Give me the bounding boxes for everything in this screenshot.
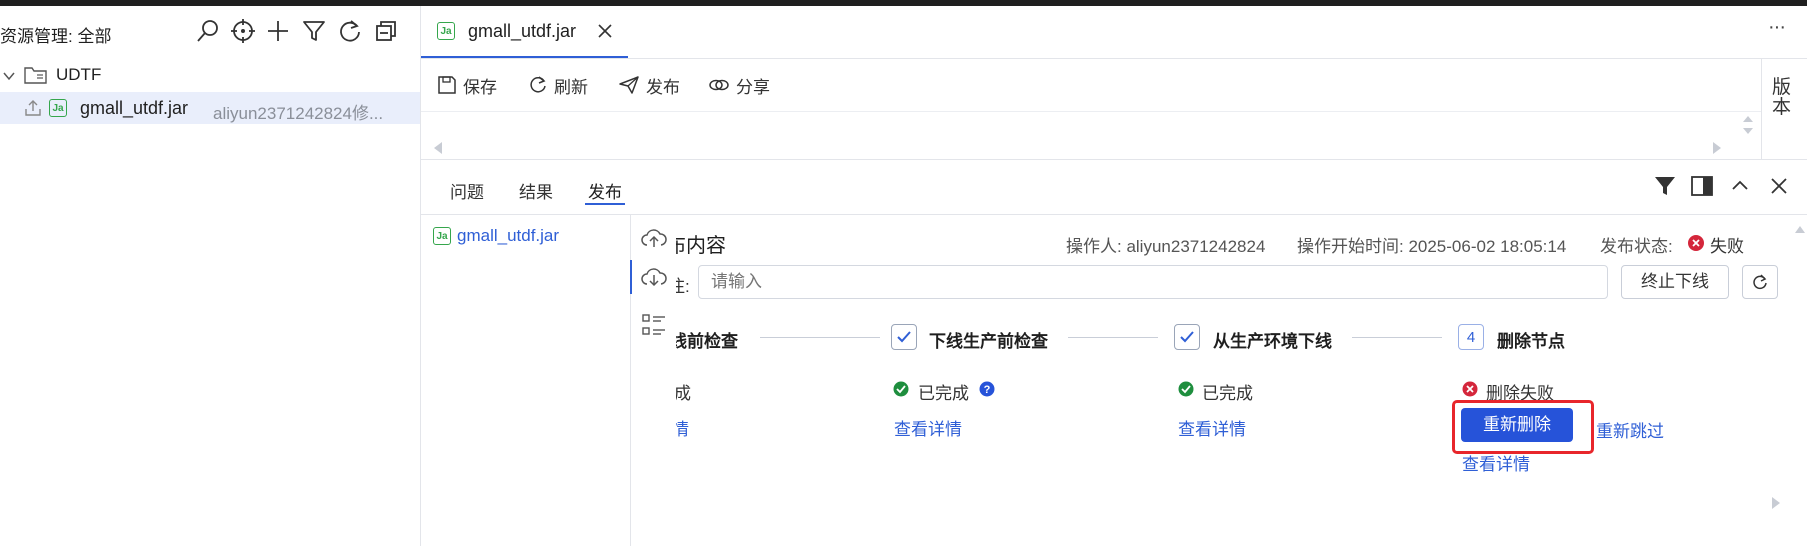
tab-publish[interactable]: 发布 [588,178,622,203]
step-1-detail-link[interactable]: 情 [676,415,689,440]
remark-prefix: 注: [676,277,690,296]
step-2-status: 已完成 [918,384,969,403]
refresh-icon [1752,274,1768,290]
sidebar-title: 资源管理: 全部 [0,27,112,46]
folder-icon [24,65,48,85]
save-icon [437,75,457,95]
active-rail-indicator [630,260,632,294]
chevron-down-icon[interactable] [2,69,16,83]
jar-file-icon: Ja [433,227,451,245]
stop-offline-button[interactable]: 终止下线 [1621,265,1729,299]
refresh-icon[interactable] [337,18,363,44]
success-icon [893,381,909,397]
publish-content: 布内容 操作人: aliyun2371242824 操作开始时间: 2025-0… [676,214,1807,546]
publish-file-label: gmall_utdf.jar [457,226,560,245]
refresh-icon [528,75,548,95]
cloud-download-icon[interactable] [641,266,667,288]
step-4-number: 4 [1458,324,1484,350]
share-label: 分享 [736,77,770,97]
collapse-all-icon[interactable] [373,18,399,44]
start-time-info: 操作开始时间: 2025-06-02 18:05:14 [1297,237,1567,256]
chevron-up-icon[interactable] [1728,174,1752,198]
error-icon [1687,234,1705,252]
scroll-updown-icon[interactable] [1742,114,1754,136]
publish-heading: 布内容 [676,235,726,257]
send-icon [618,75,640,95]
save-button[interactable]: 保存 [437,73,497,97]
step-3-check [1174,324,1200,350]
file-meta: aliyun2371242824修... [213,104,384,123]
close-icon[interactable] [597,23,613,39]
refresh-label: 刷新 [554,77,588,97]
publish-status-value: 失败 [1710,237,1744,256]
tab-problems[interactable]: 问题 [450,178,484,203]
active-tab-indicator [585,203,625,205]
success-icon [1178,381,1194,397]
locate-icon[interactable] [230,18,256,44]
refresh-button[interactable]: 刷新 [528,73,588,97]
step-2-check [891,324,917,350]
scroll-right-icon[interactable] [1770,496,1782,510]
reload-button[interactable] [1742,265,1778,299]
step-2-detail-link[interactable]: 查看详情 [894,415,962,440]
folder-label: UDTF [56,65,102,84]
publish-side-rail [630,214,676,546]
filter-icon[interactable] [1653,174,1677,198]
publish-label: 发布 [646,77,680,97]
jar-file-icon: Ja [437,22,455,40]
step-connector [1068,337,1158,338]
bottom-panel-header [421,159,1807,215]
scroll-left-icon[interactable] [432,141,444,155]
step-connector [1352,337,1442,338]
list-icon[interactable] [642,314,666,336]
step-2-title: 下线生产前检查 [929,332,1048,351]
version-label[interactable]: 版本 [1772,78,1792,118]
link-icon [708,75,730,95]
editor-tab-bar [421,6,1807,59]
jar-file-icon: Ja [49,99,67,117]
retry-delete-button[interactable]: 重新删除 [1461,408,1573,442]
remark-input[interactable] [698,265,1608,299]
step-3-title: 从生产环境下线 [1213,332,1332,351]
step-1-title: 线前检查 [676,332,738,351]
upload-icon [24,99,42,117]
operator-info: 操作人: aliyun2371242824 [1066,237,1266,256]
split-view-icon[interactable] [1690,174,1714,198]
publish-file-item[interactable]: Ja gmall_utdf.jar [433,226,559,246]
add-icon[interactable] [265,18,291,44]
step-4-title: 删除节点 [1497,332,1565,351]
scroll-up-icon[interactable] [1794,224,1806,234]
step-3-detail-link[interactable]: 查看详情 [1178,415,1246,440]
publish-status-label: 发布状态: [1600,237,1673,256]
publish-button[interactable]: 发布 [618,73,680,97]
error-icon [1462,381,1478,397]
tab-label: gmall_utdf.jar [468,21,577,41]
check-icon [896,329,912,345]
step-connector [760,337,880,338]
share-button[interactable]: 分享 [708,73,770,97]
svg-text:?: ? [984,384,991,396]
tab-results[interactable]: 结果 [519,178,553,203]
step-3-status: 已完成 [1202,384,1253,403]
tree-file-gmall-utdf[interactable]: Ja gmall_utdf.jar aliyun2371242824修... [0,92,420,124]
check-icon [1179,329,1195,345]
search-icon[interactable] [195,18,221,44]
filter-icon[interactable] [301,18,327,44]
more-icon[interactable]: ··· [1768,16,1786,39]
retry-skip-link[interactable]: 重新跳过 [1596,417,1664,442]
step-1-status: 成 [676,384,691,403]
tree-folder-udtf[interactable]: UDTF [0,59,420,91]
publish-file-list: Ja gmall_utdf.jar [421,214,631,546]
cloud-upload-icon[interactable] [641,227,667,249]
tab-gmall-utdf-jar[interactable]: Ja gmall_utdf.jar [421,6,628,58]
close-icon[interactable] [1767,174,1791,198]
help-icon[interactable]: ? [979,381,995,397]
file-label: gmall_utdf.jar [80,98,189,118]
scroll-right-icon[interactable] [1711,141,1723,155]
save-label: 保存 [463,77,497,97]
